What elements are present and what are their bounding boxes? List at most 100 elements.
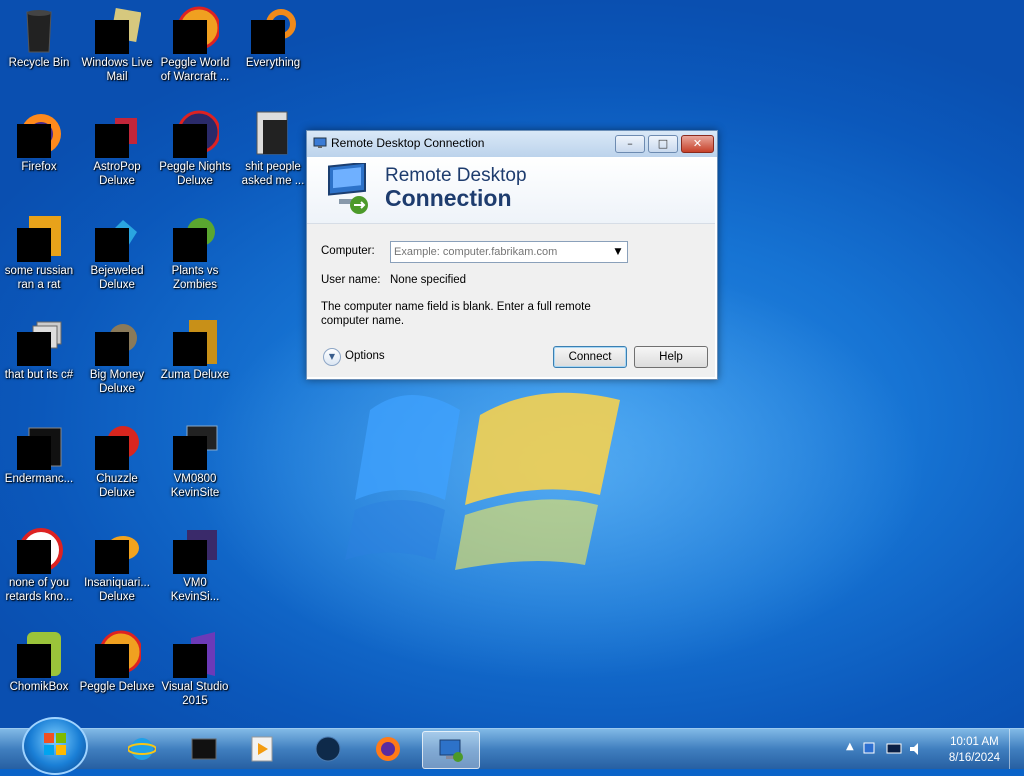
redacted-box	[95, 540, 129, 574]
desktop-icon-windows-live-mail[interactable]: Windows Live Mail	[78, 6, 156, 84]
blank-computer-message: The computer name field is blank. Enter …	[321, 301, 591, 327]
rdc-body: Computer: ▼ User name: None specified Th…	[307, 224, 715, 377]
desktop-icon-insaniquarium-deluxe[interactable]: Insaniquari... Deluxe	[78, 526, 156, 604]
windows-live-mail-icon	[93, 6, 142, 54]
taskbar-clock[interactable]: 10:01 AM 8/16/2024	[949, 734, 1000, 766]
taskbar-media-player[interactable]	[234, 731, 290, 767]
desktop-icon-zuma-deluxe[interactable]: Zuma Deluxe	[156, 318, 234, 382]
desktop-icon-label: Zuma Deluxe	[160, 369, 230, 381]
notification-area: ▲ 10:01 AM 8/16/2024	[840, 729, 1024, 769]
desktop-icon-label: none of you retards kno...	[5, 577, 73, 603]
globe-icon	[315, 736, 341, 762]
username-label: User name:	[321, 274, 381, 286]
volume-tray-icon[interactable]	[908, 741, 924, 757]
redacted-box	[17, 436, 51, 470]
maximize-button[interactable]: □	[648, 135, 678, 153]
chuzzle-deluxe-icon	[93, 422, 141, 470]
maximize-icon: □	[657, 137, 669, 150]
connect-button[interactable]: Connect	[553, 346, 627, 368]
minimize-button[interactable]: –	[615, 135, 645, 153]
desktop-icon-bejeweled-deluxe[interactable]: Bejeweled Deluxe	[78, 214, 156, 292]
desktop-icon-peggle-nights-deluxe[interactable]: Peggle Nights Deluxe	[156, 110, 234, 188]
banner-title-line2: Connection	[385, 185, 512, 211]
window-title: Remote Desktop Connection	[331, 136, 485, 150]
terminal-icon	[191, 738, 217, 760]
show-hidden-icons-chevron-icon[interactable]: ▲	[846, 741, 854, 752]
desktop-icon-plants-vs-zombies[interactable]: Plants vs Zombies	[156, 214, 234, 292]
computer-combobox[interactable]: ▼	[390, 241, 628, 263]
desktop-icon-label: some russian ran a rat	[4, 265, 74, 291]
taskbar-internet-explorer[interactable]	[114, 731, 170, 767]
redacted-box	[95, 124, 129, 158]
redacted-box	[173, 332, 207, 366]
redacted-box	[173, 540, 207, 574]
start-button[interactable]	[22, 717, 88, 775]
redacted-box	[95, 436, 129, 470]
peggle-deluxe-icon	[93, 630, 143, 678]
desktop-icon-astropop-deluxe[interactable]: AstroPop Deluxe	[78, 110, 156, 188]
redacted-box	[95, 228, 129, 262]
help-button[interactable]: Help	[634, 346, 708, 368]
app-icon	[15, 318, 63, 366]
firefox-icon	[376, 737, 400, 761]
username-value: None specified	[390, 274, 467, 286]
desktop-icon-peggle-world-of-warcraft[interactable]: Peggle World of Warcraft ...	[156, 6, 234, 84]
desktop-icon-some-russian-ran-a-rat[interactable]: some russian ran a rat	[0, 214, 78, 292]
desktop-icon-label: Chuzzle Deluxe	[96, 473, 138, 499]
desktop-icon-everything[interactable]: Everything	[234, 6, 312, 70]
taskbar-remote-desktop-active[interactable]	[422, 731, 480, 769]
show-desktop-button[interactable]	[1009, 729, 1024, 769]
vm-icon	[171, 526, 219, 574]
rdc-banner: Remote Desktop Connection	[307, 157, 715, 224]
taskbar: ▲ 10:01 AM 8/16/2024	[0, 717, 1024, 775]
insaniquarium-deluxe-icon	[93, 526, 141, 574]
desktop-icon-label: shit people asked me ...	[241, 161, 305, 187]
everything-icon	[249, 6, 297, 54]
desktop-icon-endermanc[interactable]: Endermanc...	[0, 422, 78, 486]
banner-title-line1: Remote Desktop	[385, 165, 527, 186]
redacted-box	[95, 20, 129, 54]
desktop-icon-visual-studio-2015[interactable]: Visual Studio 2015	[156, 630, 234, 708]
app-icon	[15, 526, 63, 574]
chevron-down-icon[interactable]: ▼	[611, 245, 625, 259]
computer-input[interactable]	[394, 243, 604, 260]
astropop-deluxe-icon	[93, 110, 141, 158]
app-icon	[15, 214, 63, 262]
desktop-icon-label: Peggle Nights Deluxe	[159, 161, 231, 187]
expand-chevron-icon: ▼	[323, 348, 341, 366]
desktop-icon-label: Firefox	[21, 161, 57, 173]
remote-desktop-banner-icon	[328, 163, 368, 214]
internet-explorer-icon	[128, 738, 156, 760]
desktop-icon-chomikbox[interactable]: ChomikBox	[0, 630, 78, 694]
desktop-icon-vm0-kevinsi[interactable]: VM0 KevinSi...	[156, 526, 234, 604]
desktop-icon-chuzzle-deluxe[interactable]: Chuzzle Deluxe	[78, 422, 156, 500]
redacted-box	[17, 228, 51, 262]
desktop-icon-none-of-you[interactable]: none of you retards kno...	[0, 526, 78, 604]
app-icon	[15, 422, 63, 470]
desktop-icon-label: VM0800 KevinSite	[170, 473, 220, 499]
desktop-icon-peggle-deluxe[interactable]: Peggle Deluxe	[78, 630, 156, 694]
window-titlebar[interactable]: Remote Desktop Connection – □ ✕	[307, 131, 717, 157]
desktop-icon-that-but-its-csharp[interactable]: that but its c#	[0, 318, 78, 382]
desktop-icon-big-money-deluxe[interactable]: Big Money Deluxe	[78, 318, 156, 396]
redacted-box	[251, 20, 285, 54]
desktop-icon-label: ChomikBox	[9, 681, 69, 693]
peggle-world-of-warcraft-icon	[171, 6, 221, 54]
redacted-box	[95, 332, 129, 366]
monitor-tray-icon[interactable]	[886, 741, 902, 757]
remote-desktop-icon	[439, 739, 463, 762]
taskbar-globe[interactable]	[300, 731, 356, 767]
desktop-icon-firefox[interactable]: Firefox	[0, 110, 78, 174]
network-tray-icon[interactable]	[862, 741, 878, 757]
redacted-box	[173, 228, 207, 262]
desktop-icon-folder-shit-people-asked-me[interactable]: shit people asked me ...	[234, 110, 312, 188]
clock-time: 10:01 AM	[950, 736, 999, 748]
taskbar-terminal[interactable]	[176, 731, 232, 767]
close-button[interactable]: ✕	[681, 135, 714, 153]
zuma-deluxe-icon	[171, 318, 219, 366]
taskbar-firefox[interactable]	[360, 731, 416, 767]
desktop-icon-vm0800-kevinsite[interactable]: VM0800 KevinSite	[156, 422, 234, 500]
close-icon: ✕	[692, 137, 703, 150]
chomikbox-icon	[15, 630, 63, 678]
desktop-icon-recycle-bin[interactable]: Recycle Bin	[0, 6, 78, 70]
